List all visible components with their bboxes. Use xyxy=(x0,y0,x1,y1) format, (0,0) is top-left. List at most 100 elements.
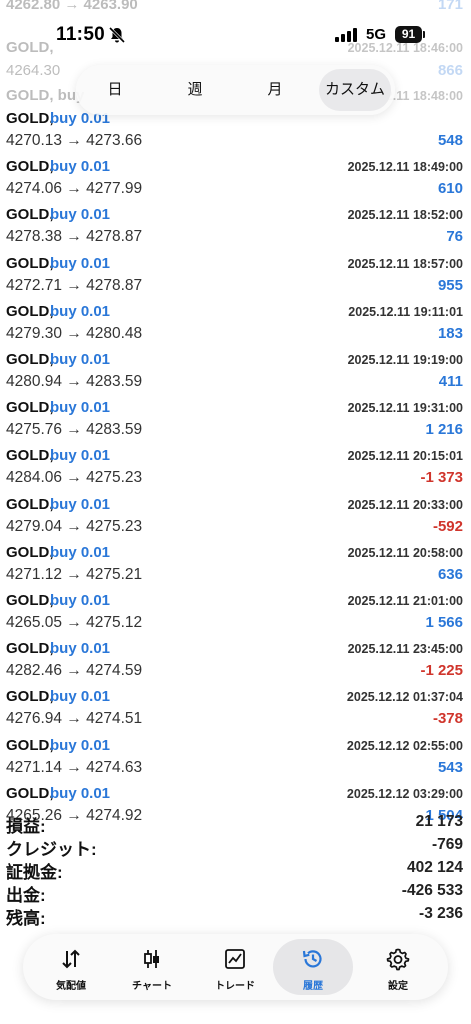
tab-month[interactable]: 月 xyxy=(240,69,310,111)
summary-deposit: 証拠金: 402 124 xyxy=(0,858,471,882)
trade-datetime: 2025.12.11 18:57:00 xyxy=(347,256,463,271)
trade-row[interactable]: GOLD, buy 0.01 4279.30 → 4280.48 2025.12.11… xyxy=(0,299,471,347)
tab-quotes[interactable]: 気配値 xyxy=(31,939,111,995)
trade-prices: 4271.14 → 4274.63 xyxy=(6,758,143,776)
trade-symbol: GOLD, xyxy=(6,254,54,272)
tab-history[interactable]: 履歴 xyxy=(273,939,353,995)
summary-credit: クレジット: -769 xyxy=(0,835,471,859)
trade-direction: buy 0.01 xyxy=(50,158,111,176)
summary-withdrawal: 出金: -426 533 xyxy=(0,881,471,905)
faded-row-left: GOLD, buy xyxy=(6,87,85,104)
trade-row[interactable]: GOLD, buy 0.01 4278.38 → 4278.87 2025.12.11… xyxy=(0,202,471,250)
trade-profit: 543 xyxy=(437,758,463,776)
trade-prices: 4279.04 → 4275.23 xyxy=(6,517,143,535)
trade-row[interactable]: GOLD, buy 0.01 4275.76 → 4283.59 2025.12.11… xyxy=(0,395,471,443)
trade-datetime: 2025.12.11 20:58:00 xyxy=(347,545,463,560)
trade-prices: 4280.94 → 4283.59 xyxy=(6,373,143,390)
bell-muted-icon xyxy=(108,26,126,44)
summary-value: -3 236 xyxy=(419,905,463,922)
trade-direction: buy 0.01 xyxy=(50,206,111,224)
trade-prices: 4276.94 → 4274.51 xyxy=(6,710,143,728)
gear-icon xyxy=(386,948,410,971)
tab-quotes-label: 気配値 xyxy=(56,981,86,992)
status-bar: 11:50 5G 91 xyxy=(0,0,471,62)
period-tabs: 日 週 月 カスタム xyxy=(76,65,395,115)
trade-row[interactable]: GOLD, buy 0.01 4274.06 → 4277.99 2025.12.11… xyxy=(0,154,471,202)
trade-direction: buy 0.01 xyxy=(50,640,111,658)
trade-prices: 4282.46 → 4274.59 xyxy=(6,662,143,680)
trade-row[interactable]: GOLD, buy 0.01 4271.14 → 4274.63 2025.12.12… xyxy=(0,733,471,781)
trade-prices: 4275.76 → 4283.59 xyxy=(6,421,143,439)
trade-datetime: 2025.12.11 19:19:00 xyxy=(347,353,463,367)
trade-datetime: 2025.12.12 01:37:04 xyxy=(346,690,463,705)
summary-label: 出金: xyxy=(6,886,46,905)
trade-direction: buy 0.01 xyxy=(50,543,111,561)
summary-label: クレジット: xyxy=(6,840,97,859)
trade-profit: 411 xyxy=(438,373,463,390)
trade-row[interactable]: GOLD, buy 0.01 4272.71 → 4278.87 2025.12.11… xyxy=(0,251,471,299)
trade-direction: buy 0.01 xyxy=(50,495,111,513)
trade-symbol: GOLD, xyxy=(6,736,54,754)
candlestick-icon xyxy=(144,950,159,968)
tab-chart-label: チャート xyxy=(132,981,172,992)
trade-symbol: GOLD, xyxy=(6,158,54,176)
trade-row[interactable]: GOLD, buy 0.01 4279.04 → 4275.23 2025.12.11… xyxy=(0,492,471,540)
faded-row-right: 866 xyxy=(437,62,463,79)
trade-datetime: 2025.12.12 03:29:00 xyxy=(346,786,463,801)
tab-settings-label: 設定 xyxy=(388,981,408,992)
battery-indicator: 91 xyxy=(395,26,422,43)
trade-datetime: 2025.12.11 21:01:00 xyxy=(347,594,463,608)
summary-value: -769 xyxy=(431,836,463,853)
trade-direction: buy 0.01 xyxy=(50,302,111,320)
trade-row[interactable]: GOLD, buy 0.01 4280.94 → 4283.59 2025.12.11… xyxy=(0,347,471,395)
trade-prices: 4274.06 → 4277.99 xyxy=(6,180,143,198)
tab-history-label: 履歴 xyxy=(303,981,323,992)
trade-datetime: 2025.12.11 18:49:00 xyxy=(347,160,463,175)
trade-prices: 4284.06 → 4275.23 xyxy=(6,469,143,487)
tab-week[interactable]: 週 xyxy=(160,69,230,111)
summary-value: 402 124 xyxy=(406,859,463,876)
trade-datetime: 2025.12.11 19:31:00 xyxy=(347,401,463,416)
summary-profit: 損益: 21 173 xyxy=(0,812,471,836)
trade-symbol: GOLD, xyxy=(6,351,54,368)
trade-direction: buy 0.01 xyxy=(50,254,111,272)
trade-row[interactable]: GOLD, buy 0.01 4265.05 → 4275.12 2025.12.11… xyxy=(0,588,471,636)
faded-row-left: 4264.30 xyxy=(6,62,61,79)
tab-trade[interactable]: トレード xyxy=(195,939,275,995)
trade-row[interactable]: GOLD, buy 0.01 4276.94 → 4274.51 2025.12.12… xyxy=(0,684,471,732)
trade-symbol: GOLD, xyxy=(6,688,54,706)
trade-datetime: 2025.12.11 20:15:01 xyxy=(347,449,463,464)
trade-symbol: GOLD, xyxy=(6,447,54,465)
trade-symbol: GOLD, xyxy=(6,110,54,127)
trade-row[interactable]: GOLD, buy 0.01 4282.46 → 4274.59 2025.12.11… xyxy=(0,636,471,684)
tab-settings[interactable]: 設定 xyxy=(358,939,438,995)
trade-symbol: GOLD, xyxy=(6,302,54,320)
trade-chart-icon xyxy=(225,949,245,969)
trade-profit: -592 xyxy=(432,517,463,535)
trade-direction: buy 0.01 xyxy=(50,592,111,609)
trade-prices: 4279.30 → 4280.48 xyxy=(6,324,143,342)
trade-symbol: GOLD, xyxy=(6,543,54,561)
network-label: 5G xyxy=(366,26,387,43)
trade-direction: buy 0.01 xyxy=(50,784,111,802)
summary-label: 証拠金: xyxy=(6,863,63,882)
trade-profit: 1 566 xyxy=(425,614,463,631)
trade-symbol: GOLD, xyxy=(6,206,54,224)
quotes-icon xyxy=(62,949,80,969)
trade-profit: -1 225 xyxy=(420,662,463,680)
tab-trade-label: トレード xyxy=(215,981,255,992)
tab-day[interactable]: 日 xyxy=(80,69,150,111)
trade-prices: 4271.12 → 4275.21 xyxy=(6,565,143,583)
trade-profit: 636 xyxy=(437,565,463,583)
trade-row[interactable]: GOLD, buy 0.01 4284.06 → 4275.23 2025.12.11… xyxy=(0,443,471,491)
trade-symbol: GOLD, xyxy=(6,784,54,802)
trade-symbol: GOLD, xyxy=(6,640,54,658)
trade-row[interactable]: GOLD, buy 0.01 4271.12 → 4275.21 2025.12.11… xyxy=(0,540,471,588)
summary-value: -426 533 xyxy=(401,882,463,899)
trade-symbol: GOLD, xyxy=(6,495,54,513)
trade-prices: 4265.05 → 4275.12 xyxy=(6,614,143,631)
tab-chart[interactable]: チャート xyxy=(112,939,192,995)
tab-custom[interactable]: カスタム xyxy=(319,69,391,111)
trade-prices: 4272.71 → 4278.87 xyxy=(6,276,143,294)
trade-datetime: 2025.12.11 19:11:01 xyxy=(348,304,463,319)
